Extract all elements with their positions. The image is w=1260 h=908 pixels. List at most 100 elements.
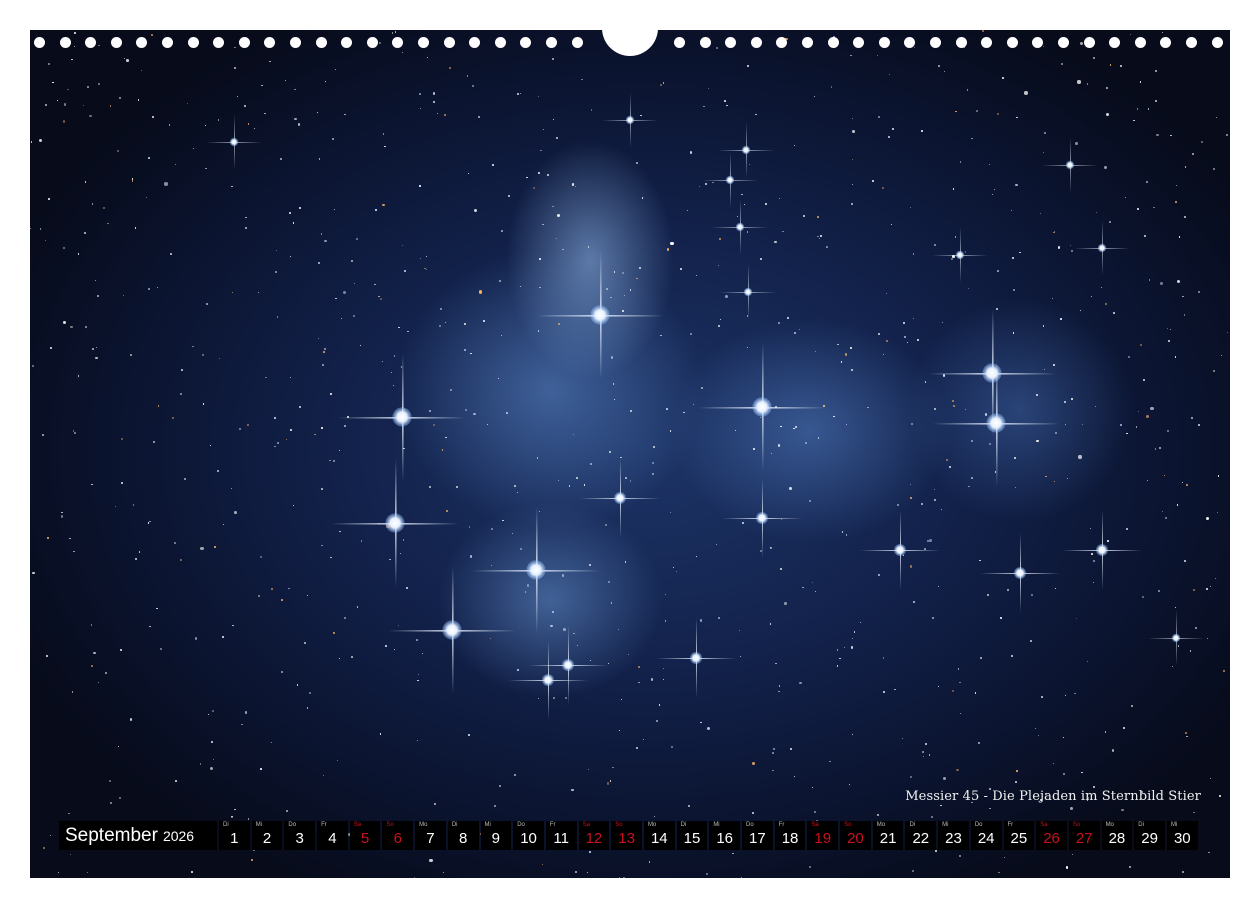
star (307, 707, 309, 709)
star (402, 538, 405, 541)
day-number: 29 (1141, 830, 1158, 847)
star (429, 858, 433, 863)
star (436, 112, 438, 114)
star (285, 79, 287, 82)
day-cell: Mi 23 (938, 821, 969, 850)
star (997, 112, 1000, 115)
star (1165, 517, 1168, 520)
star (959, 855, 962, 857)
binding-hole (469, 37, 481, 48)
star (201, 353, 204, 356)
star (417, 680, 419, 682)
star (571, 183, 575, 187)
star (1015, 781, 1017, 783)
star (959, 713, 961, 715)
star (828, 760, 831, 763)
star (32, 364, 35, 367)
day-cell: Mi 2 (251, 821, 283, 850)
star (320, 487, 323, 490)
star (360, 540, 363, 542)
star (669, 430, 671, 432)
star (1052, 762, 1055, 765)
star (610, 780, 612, 782)
star (394, 31, 397, 34)
star (1041, 695, 1044, 698)
star (321, 426, 324, 429)
star (902, 321, 905, 324)
day-cell: Do 24 (970, 821, 1002, 850)
star (537, 329, 540, 332)
star (739, 655, 742, 657)
star (885, 340, 888, 343)
day-cell: Mi 9 (480, 821, 512, 850)
star (1152, 206, 1155, 209)
star (449, 67, 452, 69)
star (1182, 295, 1184, 298)
star (309, 691, 311, 694)
star (724, 294, 729, 298)
star (695, 274, 697, 277)
star (513, 774, 516, 777)
star (120, 438, 123, 441)
star (636, 162, 638, 164)
star (441, 449, 444, 451)
star (1092, 57, 1095, 60)
star (516, 93, 519, 96)
star (1166, 327, 1169, 329)
star (321, 544, 323, 547)
star (501, 334, 503, 336)
star (1104, 730, 1107, 733)
star (922, 756, 925, 758)
star (353, 283, 356, 285)
day-cell: So 27 (1068, 821, 1100, 850)
star (622, 309, 625, 312)
star (851, 159, 853, 161)
star (473, 412, 476, 415)
star (555, 237, 558, 240)
day-number: 22 (912, 830, 930, 847)
star (938, 65, 940, 68)
star (924, 381, 926, 383)
star (156, 286, 159, 289)
star (901, 737, 903, 739)
star (789, 748, 793, 751)
day-cell: Mo 21 (872, 821, 904, 850)
star (68, 812, 70, 815)
star (1174, 356, 1177, 358)
star (281, 670, 284, 673)
star (755, 114, 757, 116)
star (997, 269, 999, 272)
star (716, 544, 718, 546)
star (130, 354, 133, 356)
star (499, 280, 502, 283)
star (314, 433, 316, 436)
star (1135, 426, 1138, 428)
binding-hole (827, 37, 839, 48)
star (211, 741, 213, 743)
star (550, 624, 553, 628)
star (490, 564, 493, 567)
star (1051, 298, 1053, 300)
star (943, 70, 946, 73)
star (434, 802, 437, 805)
star (192, 345, 194, 347)
day-abbr: So (1072, 822, 1081, 828)
star (610, 602, 613, 604)
star (1055, 588, 1057, 590)
star (45, 104, 47, 106)
star (642, 739, 644, 741)
star (1169, 134, 1172, 137)
day-cell: Sa 5 (349, 821, 381, 850)
star (1138, 411, 1140, 413)
star (1205, 587, 1208, 590)
star (978, 741, 981, 744)
star (87, 86, 90, 89)
star (778, 321, 781, 324)
star (209, 767, 213, 771)
star (1217, 475, 1220, 477)
star (742, 522, 745, 525)
star (872, 179, 875, 182)
star (1081, 423, 1084, 426)
star (613, 398, 616, 401)
star (218, 358, 220, 360)
